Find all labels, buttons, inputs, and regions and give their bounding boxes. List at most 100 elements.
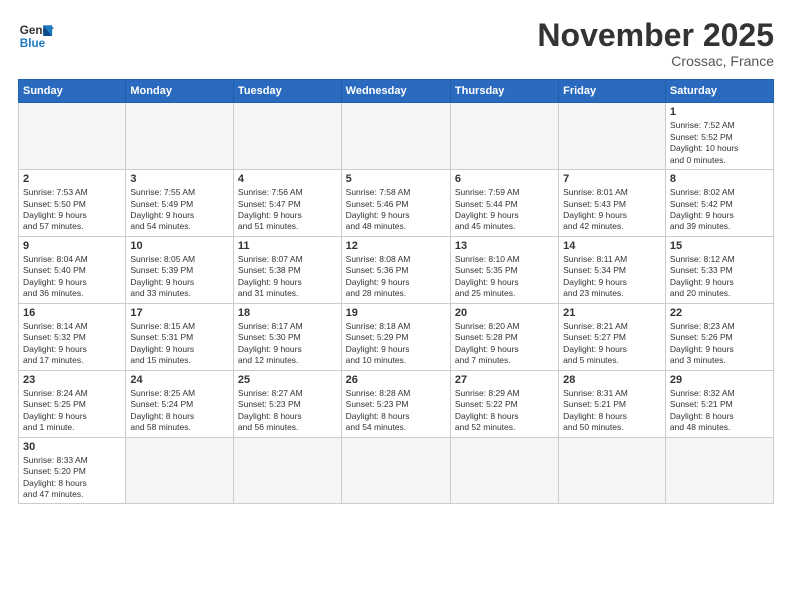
day-number: 23 — [23, 374, 121, 386]
day-number: 29 — [670, 374, 769, 386]
day-info: Sunrise: 8:33 AM Sunset: 5:20 PM Dayligh… — [23, 455, 121, 501]
table-row: 30 Sunrise: 8:33 AM Sunset: 5:20 PM Dayli… — [19, 437, 126, 504]
day-info: Sunrise: 7:53 AM Sunset: 5:50 PM Dayligh… — [23, 187, 121, 233]
header: General Blue November 2025 Crossac, Fran… — [18, 18, 774, 69]
day-info: Sunrise: 8:04 AM Sunset: 5:40 PM Dayligh… — [23, 254, 121, 300]
day-info: Sunrise: 7:56 AM Sunset: 5:47 PM Dayligh… — [238, 187, 337, 233]
day-info: Sunrise: 8:12 AM Sunset: 5:33 PM Dayligh… — [670, 254, 769, 300]
table-row — [341, 103, 450, 170]
day-number: 26 — [346, 374, 446, 386]
day-number: 21 — [563, 307, 661, 319]
table-row — [559, 437, 666, 504]
header-thursday: Thursday — [450, 80, 558, 103]
table-row — [233, 437, 341, 504]
logo: General Blue — [18, 18, 54, 54]
table-row: 21 Sunrise: 8:21 AM Sunset: 5:27 PM Dayli… — [559, 303, 666, 370]
day-number: 7 — [563, 173, 661, 185]
table-row: 6Sunrise: 7:59 AM Sunset: 5:44 PM Daylig… — [450, 170, 558, 237]
day-number: 11 — [238, 240, 337, 252]
svg-text:Blue: Blue — [20, 37, 46, 50]
table-row: 19 Sunrise: 8:18 AM Sunset: 5:29 PM Dayli… — [341, 303, 450, 370]
calendar-week-row: 1Sunrise: 7:52 AM Sunset: 5:52 PM Daylig… — [19, 103, 774, 170]
header-monday: Monday — [126, 80, 234, 103]
month-title: November 2025 — [537, 18, 774, 53]
day-number: 22 — [670, 307, 769, 319]
header-sunday: Sunday — [19, 80, 126, 103]
day-number: 9 — [23, 240, 121, 252]
day-info: Sunrise: 7:52 AM Sunset: 5:52 PM Dayligh… — [670, 120, 769, 166]
day-number: 27 — [455, 374, 554, 386]
calendar-week-row: 30 Sunrise: 8:33 AM Sunset: 5:20 PM Dayli… — [19, 437, 774, 504]
location-subtitle: Crossac, France — [537, 53, 774, 69]
day-info: Sunrise: 8:07 AM Sunset: 5:38 PM Dayligh… — [238, 254, 337, 300]
day-info: Sunrise: 8:29 AM Sunset: 5:22 PM Dayligh… — [455, 388, 554, 434]
day-number: 5 — [346, 173, 446, 185]
table-row: 10Sunrise: 8:05 AM Sunset: 5:39 PM Dayli… — [126, 236, 234, 303]
day-info: Sunrise: 8:31 AM Sunset: 5:21 PM Dayligh… — [563, 388, 661, 434]
day-number: 14 — [563, 240, 661, 252]
logo-icon: General Blue — [18, 18, 54, 54]
day-info: Sunrise: 8:14 AM Sunset: 5:32 PM Dayligh… — [23, 321, 121, 367]
title-block: November 2025 Crossac, France — [537, 18, 774, 69]
day-number: 20 — [455, 307, 554, 319]
day-number: 30 — [23, 441, 121, 453]
day-number: 16 — [23, 307, 121, 319]
header-saturday: Saturday — [665, 80, 773, 103]
day-number: 2 — [23, 173, 121, 185]
day-number: 13 — [455, 240, 554, 252]
day-info: Sunrise: 8:05 AM Sunset: 5:39 PM Dayligh… — [130, 254, 229, 300]
table-row: 25Sunrise: 8:27 AM Sunset: 5:23 PM Dayli… — [233, 370, 341, 437]
calendar-week-row: 23 Sunrise: 8:24 AM Sunset: 5:25 PM Dayli… — [19, 370, 774, 437]
day-number: 17 — [130, 307, 229, 319]
table-row: 18 Sunrise: 8:17 AM Sunset: 5:30 PM Dayli… — [233, 303, 341, 370]
table-row: 22 Sunrise: 8:23 AM Sunset: 5:26 PM Dayli… — [665, 303, 773, 370]
table-row: 7Sunrise: 8:01 AM Sunset: 5:43 PM Daylig… — [559, 170, 666, 237]
table-row: 17Sunrise: 8:15 AM Sunset: 5:31 PM Dayli… — [126, 303, 234, 370]
day-info: Sunrise: 8:18 AM Sunset: 5:29 PM Dayligh… — [346, 321, 446, 367]
day-info: Sunrise: 8:21 AM Sunset: 5:27 PM Dayligh… — [563, 321, 661, 367]
table-row — [665, 437, 773, 504]
table-row — [233, 103, 341, 170]
calendar-header-row: Sunday Monday Tuesday Wednesday Thursday… — [19, 80, 774, 103]
table-row: 1Sunrise: 7:52 AM Sunset: 5:52 PM Daylig… — [665, 103, 773, 170]
table-row: 16 Sunrise: 8:14 AM Sunset: 5:32 PM Dayli… — [19, 303, 126, 370]
table-row — [126, 103, 234, 170]
table-row: 27 Sunrise: 8:29 AM Sunset: 5:22 PM Dayli… — [450, 370, 558, 437]
day-info: Sunrise: 8:11 AM Sunset: 5:34 PM Dayligh… — [563, 254, 661, 300]
table-row — [450, 437, 558, 504]
table-row: 23 Sunrise: 8:24 AM Sunset: 5:25 PM Dayli… — [19, 370, 126, 437]
calendar-page: General Blue November 2025 Crossac, Fran… — [0, 0, 792, 612]
day-info: Sunrise: 8:10 AM Sunset: 5:35 PM Dayligh… — [455, 254, 554, 300]
day-info: Sunrise: 7:55 AM Sunset: 5:49 PM Dayligh… — [130, 187, 229, 233]
day-info: Sunrise: 8:20 AM Sunset: 5:28 PM Dayligh… — [455, 321, 554, 367]
day-number: 4 — [238, 173, 337, 185]
day-number: 24 — [130, 374, 229, 386]
table-row: 26Sunrise: 8:28 AM Sunset: 5:23 PM Dayli… — [341, 370, 450, 437]
table-row: 4 Sunrise: 7:56 AM Sunset: 5:47 PM Daylig… — [233, 170, 341, 237]
table-row: 5 Sunrise: 7:58 AM Sunset: 5:46 PM Daylig… — [341, 170, 450, 237]
day-number: 19 — [346, 307, 446, 319]
table-row: 24Sunrise: 8:25 AM Sunset: 5:24 PM Dayli… — [126, 370, 234, 437]
day-info: Sunrise: 7:58 AM Sunset: 5:46 PM Dayligh… — [346, 187, 446, 233]
day-number: 15 — [670, 240, 769, 252]
table-row: 13 Sunrise: 8:10 AM Sunset: 5:35 PM Dayli… — [450, 236, 558, 303]
day-info: Sunrise: 8:17 AM Sunset: 5:30 PM Dayligh… — [238, 321, 337, 367]
table-row: 29Sunrise: 8:32 AM Sunset: 5:21 PM Dayli… — [665, 370, 773, 437]
day-info: Sunrise: 8:23 AM Sunset: 5:26 PM Dayligh… — [670, 321, 769, 367]
day-number: 3 — [130, 173, 229, 185]
table-row: 28 Sunrise: 8:31 AM Sunset: 5:21 PM Dayli… — [559, 370, 666, 437]
day-info: Sunrise: 8:24 AM Sunset: 5:25 PM Dayligh… — [23, 388, 121, 434]
day-number: 18 — [238, 307, 337, 319]
table-row — [341, 437, 450, 504]
day-number: 28 — [563, 374, 661, 386]
header-tuesday: Tuesday — [233, 80, 341, 103]
header-wednesday: Wednesday — [341, 80, 450, 103]
table-row: 12Sunrise: 8:08 AM Sunset: 5:36 PM Dayli… — [341, 236, 450, 303]
table-row — [126, 437, 234, 504]
table-row — [450, 103, 558, 170]
table-row: 11 Sunrise: 8:07 AM Sunset: 5:38 PM Dayli… — [233, 236, 341, 303]
table-row — [19, 103, 126, 170]
calendar-week-row: 2 Sunrise: 7:53 AM Sunset: 5:50 PM Daylig… — [19, 170, 774, 237]
table-row: 3 Sunrise: 7:55 AM Sunset: 5:49 PM Daylig… — [126, 170, 234, 237]
table-row: 20 Sunrise: 8:20 AM Sunset: 5:28 PM Dayli… — [450, 303, 558, 370]
